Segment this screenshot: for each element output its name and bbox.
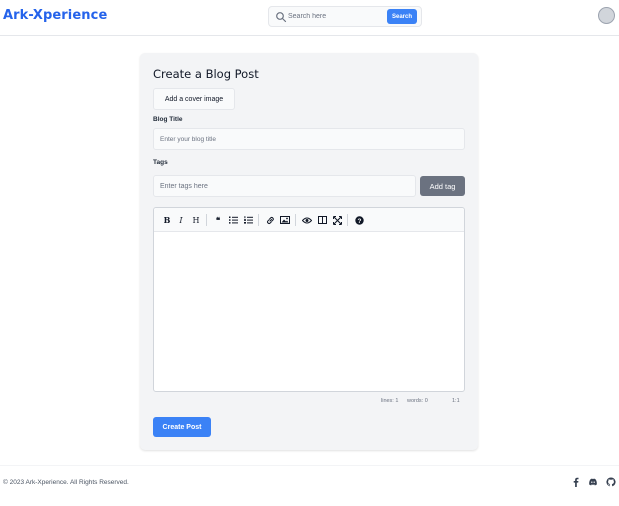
copyright-text: © 2023 Ark-Xperience. All Rights Reserve… <box>3 479 129 486</box>
editor-text-area[interactable] <box>154 233 464 391</box>
search-icon <box>276 12 287 23</box>
image-icon <box>280 216 290 224</box>
help-button[interactable]: ? <box>354 215 364 225</box>
editor-toolbar: B I H ❝ ? <box>154 208 464 232</box>
user-avatar[interactable] <box>598 7 615 24</box>
toolbar-separator <box>206 214 207 226</box>
side-by-side-button[interactable] <box>317 215 327 225</box>
markdown-editor: B I H ❝ ? <box>153 207 465 392</box>
quote-button[interactable]: ❝ <box>213 215 223 225</box>
search-button[interactable]: Search <box>387 9 417 24</box>
toolbar-separator <box>347 214 348 226</box>
fullscreen-icon <box>332 215 342 225</box>
bold-button[interactable]: B <box>162 215 172 225</box>
toolbar-separator <box>258 214 259 226</box>
search-input[interactable] <box>288 9 384 24</box>
blog-title-label: Blog Title <box>153 116 183 123</box>
link-button[interactable] <box>265 215 275 225</box>
toolbar-separator <box>295 214 296 226</box>
ordered-list-button[interactable] <box>243 215 253 225</box>
fullscreen-button[interactable] <box>332 215 342 225</box>
create-post-button[interactable]: Create Post <box>153 417 211 437</box>
image-button[interactable] <box>280 215 290 225</box>
line-count: lines: 1 <box>381 398 399 404</box>
editor-statusbar: lines: 1 words: 0 1:1 <box>153 398 465 408</box>
numbered-list-icon <box>243 216 253 224</box>
link-icon <box>266 216 274 224</box>
github-icon[interactable] <box>606 477 616 487</box>
help-glyph: ? <box>357 218 361 225</box>
search-bar: Search <box>268 6 422 27</box>
brand-logo[interactable]: Ark-Xperience <box>3 8 107 23</box>
facebook-icon[interactable] <box>571 477 581 487</box>
preview-button[interactable] <box>302 215 312 225</box>
eye-icon <box>302 217 312 223</box>
create-post-card: Create a Blog Post Add a cover image Blo… <box>140 53 478 450</box>
italic-button[interactable]: I <box>176 215 186 225</box>
blog-title-input[interactable] <box>153 128 465 150</box>
tags-label: Tags <box>153 159 168 166</box>
add-tag-button[interactable]: Add tag <box>420 176 465 196</box>
top-navbar: Ark-Xperience Search <box>0 0 619 36</box>
cursor-position: 1:1 <box>452 398 460 404</box>
tags-input[interactable] <box>153 175 416 197</box>
columns-icon <box>317 216 327 224</box>
list-icon <box>228 216 238 224</box>
unordered-list-button[interactable] <box>228 215 238 225</box>
discord-icon[interactable] <box>588 477 598 487</box>
add-cover-image-button[interactable]: Add a cover image <box>153 88 235 110</box>
help-icon: ? <box>354 215 364 225</box>
page-title: Create a Blog Post <box>153 67 259 81</box>
heading-button[interactable]: H <box>191 215 201 225</box>
footer: © 2023 Ark-Xperience. All Rights Reserve… <box>0 465 619 506</box>
word-count: words: 0 <box>407 398 428 404</box>
